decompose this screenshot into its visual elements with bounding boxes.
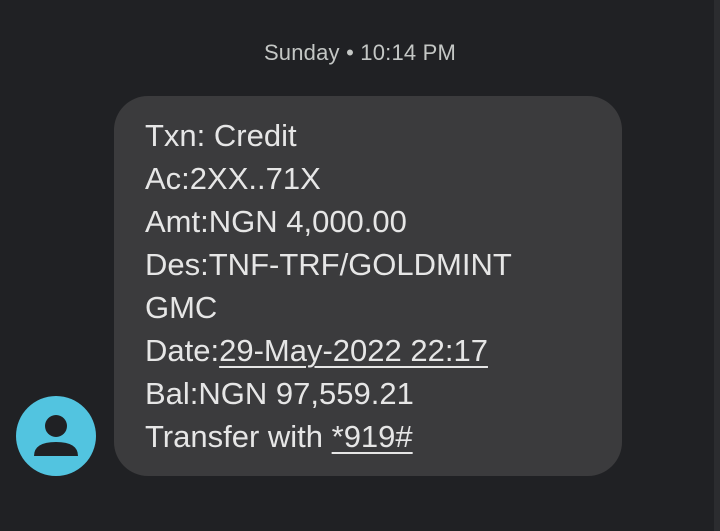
message-line-transfer: Transfer with *919# (145, 415, 602, 458)
message-line-account: Ac:2XX..71X (145, 161, 321, 196)
message-line-description-cont: GMC (145, 290, 218, 325)
screen-edge (714, 0, 720, 531)
message-line-balance: Bal:NGN 97,559.21 (145, 376, 414, 411)
message-line-amount: Amt:NGN 4,000.00 (145, 204, 407, 239)
person-icon (34, 415, 78, 456)
date-label: Date: (145, 333, 220, 368)
ussd-code-link[interactable]: *919# (332, 419, 413, 454)
sender-avatar[interactable] (16, 396, 96, 476)
message-line-date: Date:29-May-2022 22:17 (145, 329, 602, 372)
message-line-description: Des:TNF-TRF/GOLDMINT (145, 247, 512, 282)
message-bubble[interactable]: Txn: Credit Ac:2XX..71X Amt:NGN 4,000.00… (114, 96, 622, 476)
transfer-label: Transfer with (145, 419, 332, 454)
message-timestamp: Sunday • 10:14 PM (263, 40, 457, 65)
message-line-txn: Txn: Credit (145, 118, 297, 153)
date-link[interactable]: 29-May-2022 22:17 (219, 333, 488, 368)
